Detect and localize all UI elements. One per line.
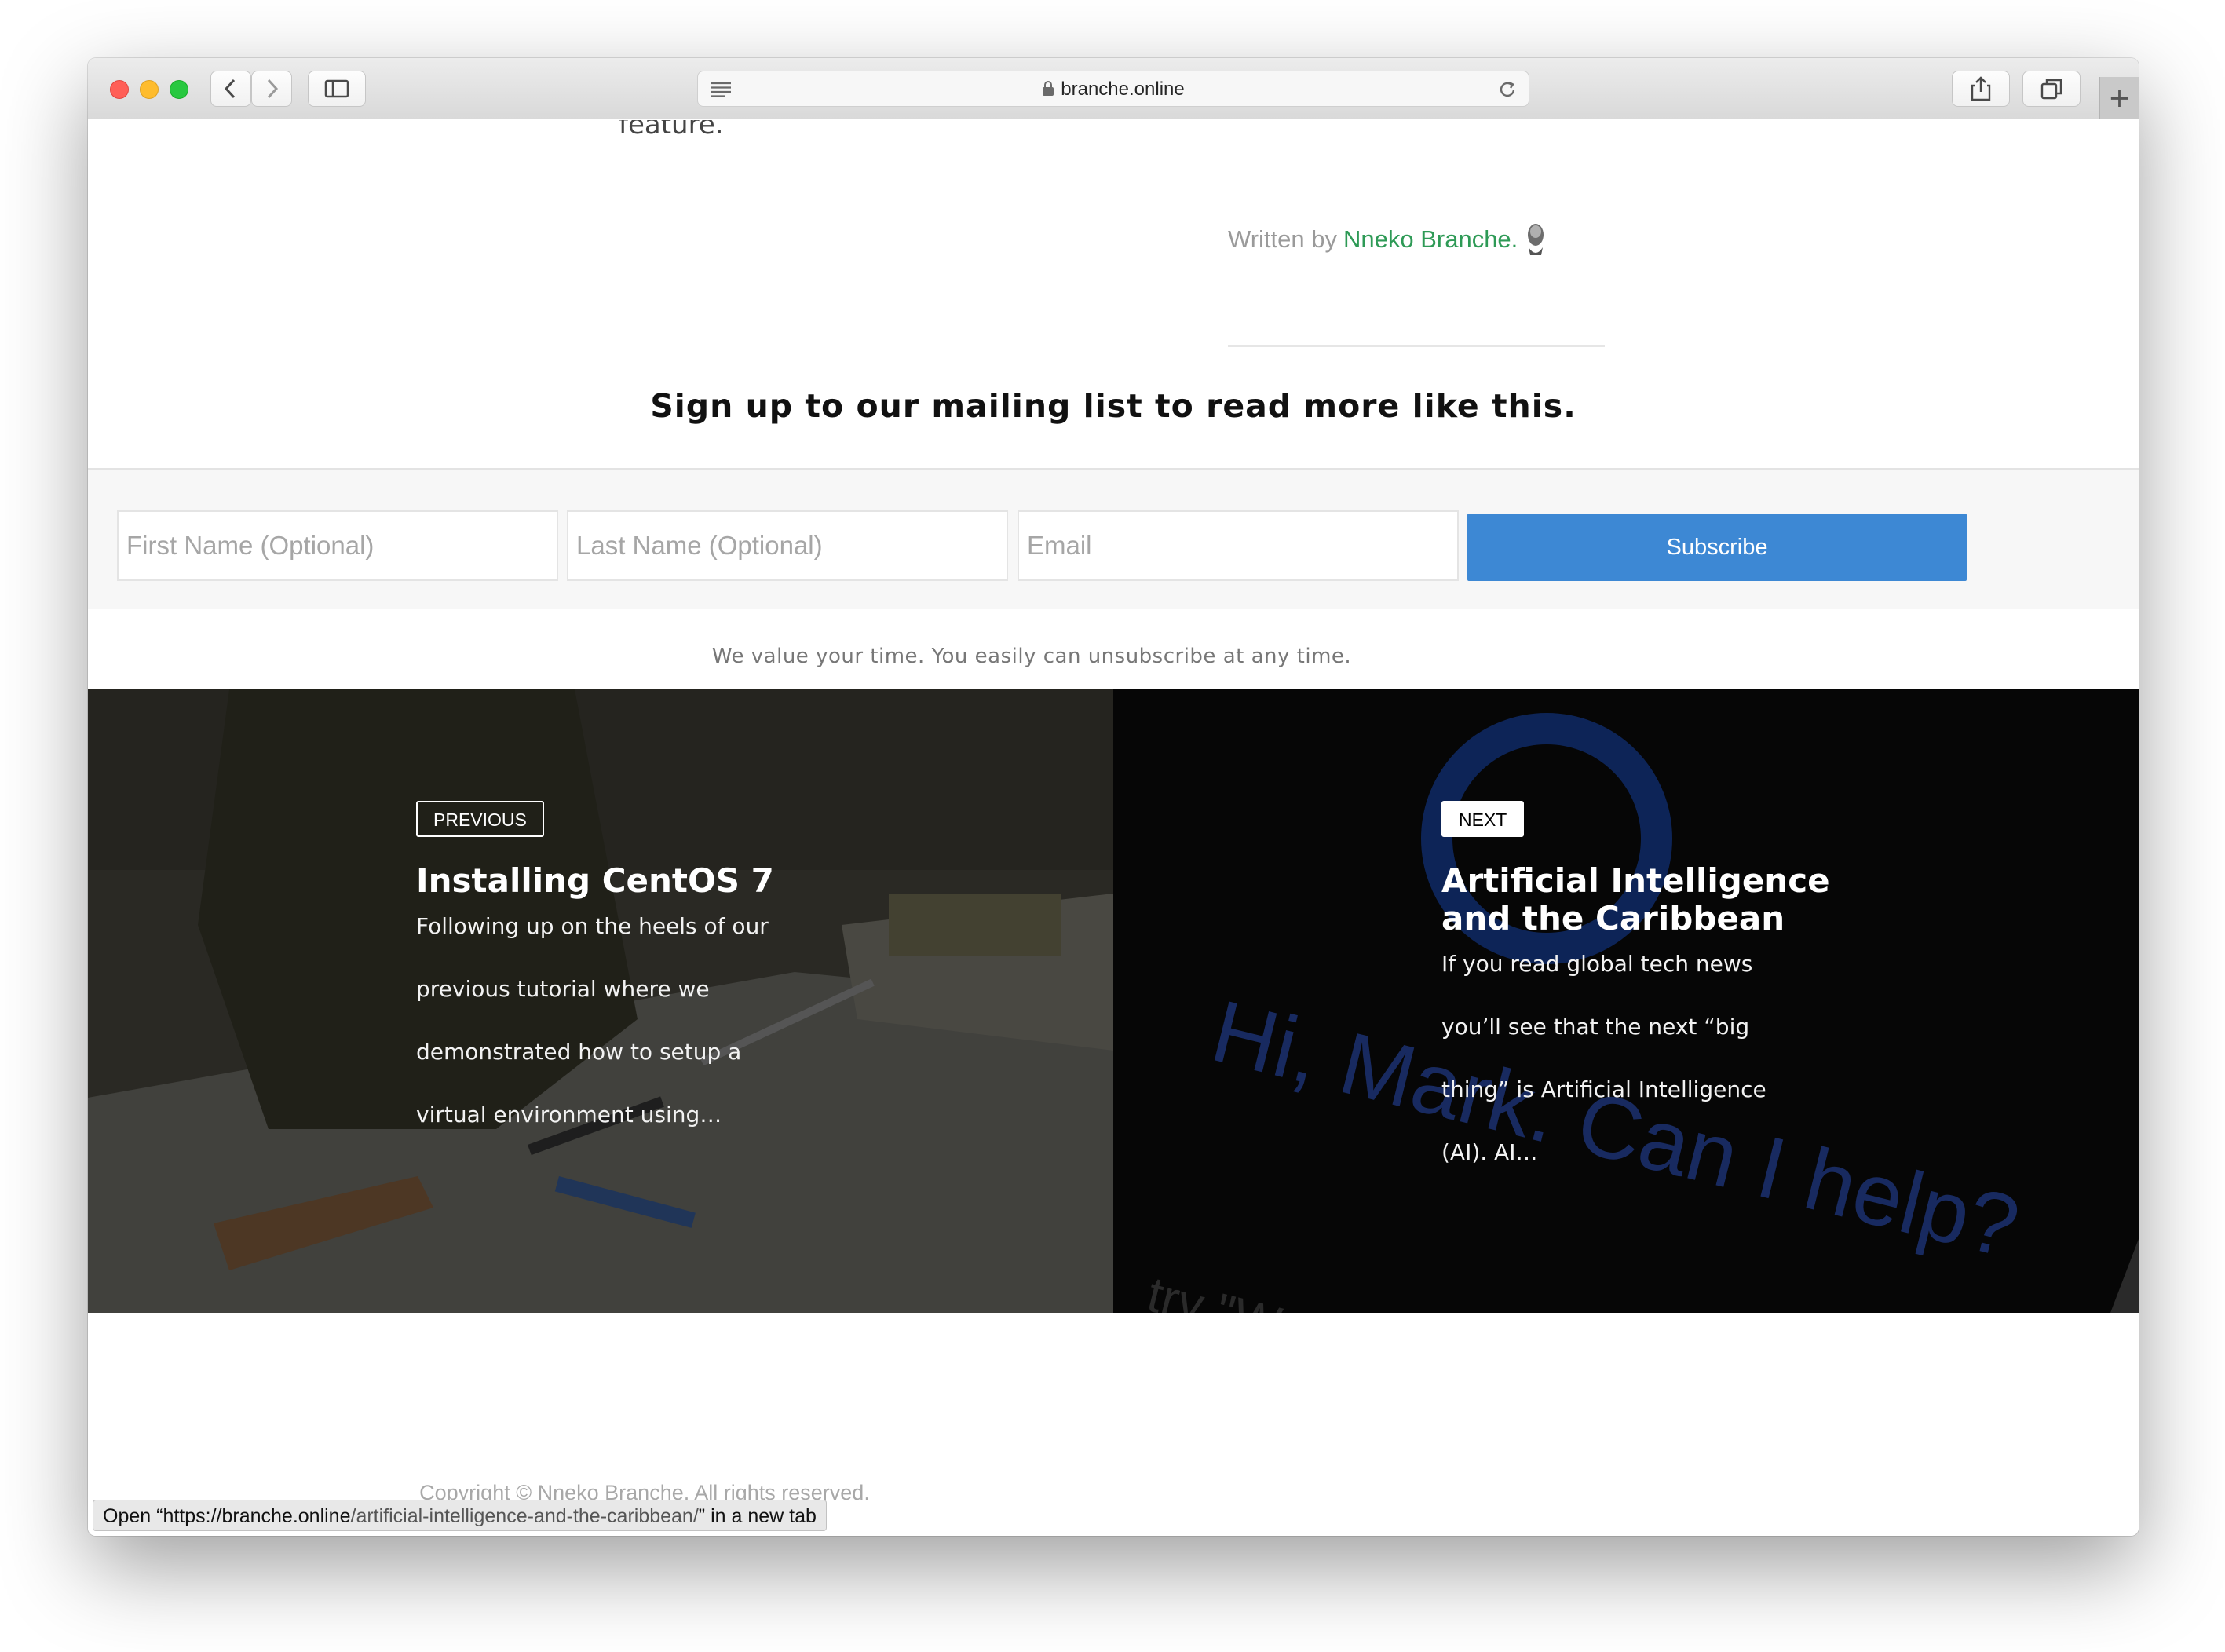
previous-tag: PREVIOUS [416, 801, 544, 837]
written-by-label: Written by [1228, 225, 1337, 253]
last-name-input[interactable] [567, 510, 1008, 581]
status-suffix: ” in a new tab [698, 1505, 817, 1527]
zoom-window-button[interactable] [170, 80, 188, 99]
unsubscribe-note: We value your time. You easily can unsub… [711, 645, 1352, 668]
share-button[interactable] [1952, 71, 2010, 107]
previous-post-excerpt: Following up on the heels of our previou… [416, 913, 769, 1128]
address-bar[interactable]: branche.online [697, 71, 1529, 107]
previous-post-card[interactable]: PREVIOUS Installing CentOS 7 Following u… [88, 689, 1113, 1313]
signup-form: Subscribe [88, 468, 2139, 609]
status-prefix: Open “ [103, 1505, 163, 1527]
minimize-window-button[interactable] [140, 80, 159, 99]
next-post-excerpt: If you read global tech news you’ll see … [1441, 951, 1766, 1165]
author-name-link[interactable]: Nneko Branche. [1343, 225, 1518, 254]
chevron-left-icon [224, 79, 236, 99]
first-name-input[interactable] [117, 510, 558, 581]
author-avatar [1528, 224, 1544, 255]
forward-button[interactable] [251, 71, 292, 107]
reload-icon[interactable] [1497, 79, 1518, 100]
next-post-card[interactable]: Hi, Mark. Can I help? try "W NEXT Artifi… [1113, 689, 2139, 1313]
article-trailing-text: feature. [619, 120, 724, 141]
next-post-title[interactable]: Artificial Intelligence and the Caribbea… [1441, 862, 1850, 937]
status-url-path: /artificial-intelligence-and-the-caribbe… [350, 1505, 699, 1527]
email-input[interactable] [1018, 510, 1459, 581]
author-divider [1228, 345, 1605, 347]
new-tab-button[interactable]: + [2099, 77, 2139, 119]
title-bar: branche.online + [88, 58, 2139, 119]
subscribe-button[interactable]: Subscribe [1467, 514, 1967, 581]
page-content: feature. Written by Nneko Branche. Sign … [88, 120, 2139, 1536]
mailing-list-heading: Sign up to our mailing list to read more… [650, 387, 1576, 425]
share-icon [1971, 76, 1991, 101]
browser-window: branche.online + feature. Written by Nne… [88, 58, 2139, 1536]
next-tag: NEXT [1441, 801, 1525, 837]
lock-icon [1043, 80, 1054, 96]
status-url-host: https://branche.online [163, 1505, 351, 1527]
plus-icon: + [2108, 82, 2131, 114]
address-text-wrap: branche.online [698, 71, 1529, 108]
link-status-bar: Open “https://branche.online/artificial-… [93, 1500, 827, 1531]
tab-overview-button[interactable] [2022, 71, 2081, 107]
tabs-icon [2040, 79, 2062, 100]
chevron-right-icon [267, 79, 279, 99]
sidebar-toggle-button[interactable] [308, 71, 366, 107]
address-text: branche.online [1061, 79, 1185, 100]
back-button[interactable] [210, 71, 251, 107]
close-window-button[interactable] [110, 80, 129, 99]
previous-post-title[interactable]: Installing CentOS 7 [416, 862, 824, 900]
author-byline: Written by Nneko Branche. [1228, 221, 1547, 258]
sidebar-icon [324, 79, 349, 98]
